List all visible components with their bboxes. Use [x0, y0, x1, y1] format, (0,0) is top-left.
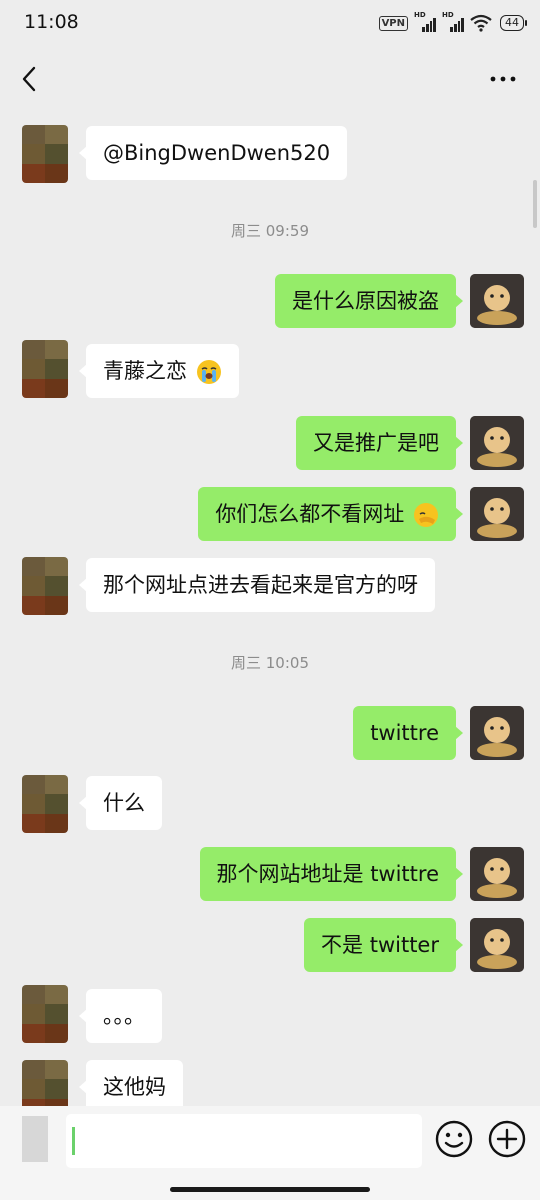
message-text: 青藤之恋 — [103, 359, 187, 383]
contact-avatar[interactable] — [22, 985, 68, 1043]
signal-icon: HD — [414, 11, 436, 32]
message-bubble[interactable]: 不是 twitter — [304, 918, 463, 972]
message-bubble[interactable]: 青藤之恋 — [79, 344, 239, 398]
crying-face-icon — [196, 360, 221, 384]
user-avatar[interactable] — [470, 847, 524, 901]
user-avatar[interactable] — [470, 416, 524, 470]
message-bubble[interactable]: 是什么原因被盗 — [275, 274, 463, 328]
message-text: twittre — [370, 721, 439, 745]
message-bubble[interactable]: 那个网站地址是 twittre — [199, 847, 464, 901]
back-icon[interactable] — [16, 64, 44, 94]
text-caret — [72, 1127, 75, 1155]
nav-bar — [0, 50, 540, 108]
contact-avatar[interactable] — [22, 557, 68, 615]
user-avatar[interactable] — [470, 487, 524, 541]
user-avatar[interactable] — [470, 706, 524, 760]
home-indicator[interactable] — [170, 1187, 370, 1192]
status-bar: 11:08 VPN HD HD 44 — [0, 0, 540, 50]
contact-avatar[interactable] — [22, 340, 68, 398]
message-bubble[interactable]: @BingDwenDwen520 — [78, 126, 348, 180]
timestamp: 周三 10:05 — [231, 654, 309, 672]
input-bar — [0, 1106, 540, 1200]
message-input[interactable] — [66, 1114, 422, 1168]
message-bubble[interactable]: 那个网址点进去看起来是官方的呀 — [79, 558, 435, 612]
message-text: 你们怎么都不看网址 — [215, 502, 405, 526]
message-text: 又是推广是吧 — [313, 431, 439, 455]
message-bubble[interactable]: twittre — [353, 706, 463, 760]
message-text: @BingDwenDwen520 — [103, 141, 331, 165]
chat-screen: 11:08 VPN HD HD 44 @BingDwenDwen520 周三 0… — [0, 0, 540, 1200]
message-text: 什么 — [103, 791, 145, 815]
message-bubble[interactable]: 什么 — [79, 776, 162, 830]
message-bubble[interactable]: 你们怎么都不看网址 — [198, 487, 463, 541]
message-bubble[interactable]: 又是推广是吧 — [296, 416, 463, 470]
status-icons: VPN HD HD 44 — [378, 11, 527, 32]
plus-circle-icon[interactable] — [487, 1119, 527, 1159]
message-text: 那个网站地址是 twittre — [216, 862, 439, 886]
message-bubble[interactable]: 。。。 — [79, 989, 162, 1043]
timestamp: 周三 09:59 — [231, 222, 309, 240]
user-avatar[interactable] — [470, 918, 524, 972]
status-time: 11:08 — [24, 11, 79, 33]
wifi-icon — [470, 14, 492, 32]
message-text: 这他妈 — [103, 1075, 166, 1099]
more-icon[interactable] — [488, 70, 518, 88]
message-text: 不是 twitter — [321, 933, 439, 957]
signal-icon-2: HD — [442, 11, 464, 32]
contact-avatar[interactable] — [22, 125, 68, 183]
smiley-icon[interactable] — [434, 1119, 474, 1159]
vpn-icon: VPN — [378, 15, 408, 31]
message-text: 是什么原因被盗 — [292, 289, 439, 313]
facepalm-icon — [414, 503, 438, 527]
voice-toggle-button[interactable] — [22, 1116, 48, 1162]
battery-icon: 44 — [500, 15, 527, 31]
user-avatar[interactable] — [470, 274, 524, 328]
contact-avatar[interactable] — [22, 775, 68, 833]
message-text: 那个网址点进去看起来是官方的呀 — [103, 573, 418, 597]
message-text: 。。。 — [103, 1004, 145, 1028]
